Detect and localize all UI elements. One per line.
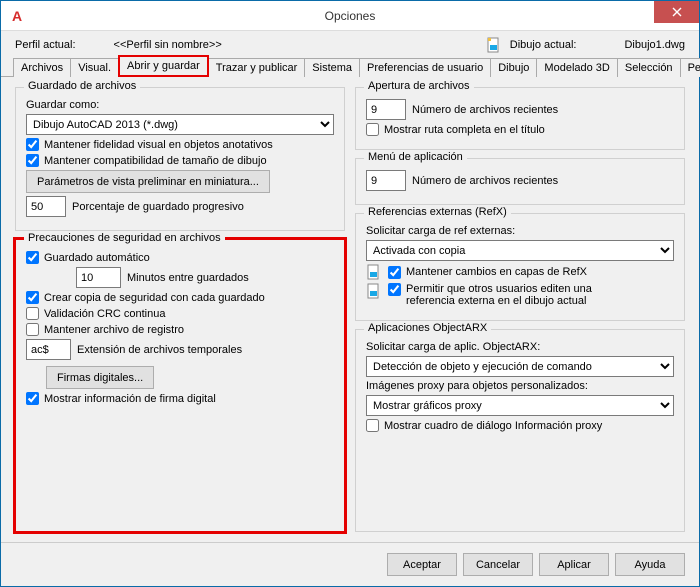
left-column: Guardado de archivos Guardar como: Dibuj… — [15, 87, 345, 532]
apply-button[interactable]: Aplicar — [539, 553, 609, 576]
temp-ext-input[interactable] — [26, 339, 71, 360]
chk-crc-box[interactable] — [26, 307, 39, 320]
help-button[interactable]: Ayuda — [615, 553, 685, 576]
temp-ext-label: Extensión de archivos temporales — [77, 344, 242, 356]
chk-log[interactable]: Mantener archivo de registro — [26, 323, 184, 336]
group-title-arx: Aplicaciones ObjectARX — [364, 322, 491, 334]
chk-xref-layers-box[interactable] — [388, 266, 401, 279]
group-file-save: Guardado de archivos Guardar como: Dibuj… — [15, 87, 345, 231]
tabstrip: Archivos Visual. Abrir y guardar Trazar … — [1, 55, 699, 77]
xref-load-select[interactable]: Activada con copia — [366, 240, 674, 261]
chk-visual-fidelity-box[interactable] — [26, 138, 39, 151]
group-app-menu: Menú de aplicación Número de archivos re… — [355, 158, 685, 205]
tab-plot[interactable]: Trazar y publicar — [208, 58, 306, 77]
digital-signatures-button[interactable]: Firmas digitales... — [46, 366, 154, 389]
chk-log-box[interactable] — [26, 323, 39, 336]
chk-size-compat-box[interactable] — [26, 154, 39, 167]
close-icon — [672, 7, 682, 17]
current-profile-value: <<Perfil sin nombre>> — [114, 39, 222, 51]
tab-open-save[interactable]: Abrir y guardar — [118, 55, 209, 77]
window-title: Opciones — [1, 9, 699, 23]
appmenu-recent-label: Número de archivos recientes — [412, 175, 558, 187]
group-title-save: Guardado de archivos — [24, 80, 140, 92]
save-as-label: Guardar como: — [26, 99, 99, 111]
chk-proxy-dialog[interactable]: Mostrar cuadro de diálogo Información pr… — [366, 419, 602, 432]
incremental-save-label: Porcentaje de guardado progresivo — [72, 201, 244, 213]
group-arx: Aplicaciones ObjectARX Solicitar carga d… — [355, 329, 685, 532]
chk-backup-box[interactable] — [26, 291, 39, 304]
group-file-open: Apertura de archivos Número de archivos … — [355, 87, 685, 150]
chk-autosave-box[interactable] — [26, 251, 39, 264]
group-title-xref: Referencias externas (RefX) — [364, 206, 511, 218]
chk-xref-layers[interactable]: Mantener cambios en capas de RefX — [388, 266, 587, 279]
tab-drawing[interactable]: Dibujo — [490, 58, 537, 77]
close-button[interactable] — [654, 1, 699, 23]
xref-load-label: Solicitar carga de ref externas: — [366, 225, 515, 237]
proxy-images-select[interactable]: Mostrar gráficos proxy — [366, 395, 674, 416]
chk-size-compat[interactable]: Mantener compatibilidad de tamaño de dib… — [26, 154, 267, 167]
options-dialog: A Opciones Perfil actual: <<Perfil sin n… — [0, 0, 700, 587]
tab-visual[interactable]: Visual. — [70, 58, 119, 77]
group-xref: Referencias externas (RefX) Solicitar ca… — [355, 213, 685, 321]
chk-sig-info-box[interactable] — [26, 392, 39, 405]
tab-system[interactable]: Sistema — [304, 58, 360, 77]
chk-visual-fidelity[interactable]: Mantener fidelidad visual en objetos ano… — [26, 138, 273, 151]
dwg-icon — [486, 37, 502, 53]
current-drawing-value: Dibujo1.dwg — [624, 39, 685, 51]
current-profile-label: Perfil actual: — [15, 39, 76, 51]
group-title-safety: Precauciones de seguridad en archivos — [24, 232, 225, 244]
right-column: Apertura de archivos Número de archivos … — [355, 87, 685, 532]
recent-files-input[interactable] — [366, 99, 406, 120]
tab-3d[interactable]: Modelado 3D — [536, 58, 617, 77]
arx-load-label: Solicitar carga de aplic. ObjectARX: — [366, 341, 540, 353]
autosave-minutes-label: Minutos entre guardados — [127, 272, 249, 284]
chk-xref-edit-box[interactable] — [388, 283, 401, 296]
dwg-icon — [366, 264, 382, 280]
group-title-open: Apertura de archivos — [364, 80, 474, 92]
thumbnail-settings-button[interactable]: Parámetros de vista preliminar en miniat… — [26, 170, 270, 193]
recent-files-label: Número de archivos recientes — [412, 104, 558, 116]
profile-row: Perfil actual: <<Perfil sin nombre>> Dib… — [1, 31, 699, 55]
chk-full-path[interactable]: Mostrar ruta completa en el título — [366, 123, 545, 136]
save-as-select[interactable]: Dibujo AutoCAD 2013 (*.dwg) — [26, 114, 334, 135]
chk-backup[interactable]: Crear copia de seguridad con cada guarda… — [26, 291, 265, 304]
chk-xref-edit[interactable]: Permitir que otros usuarios editen una r… — [388, 283, 636, 307]
group-file-safety: Precauciones de seguridad en archivos Gu… — [15, 239, 345, 532]
incremental-save-input[interactable] — [26, 196, 66, 217]
cancel-button[interactable]: Cancelar — [463, 553, 533, 576]
titlebar: A Opciones — [1, 1, 699, 31]
proxy-images-label: Imágenes proxy para objetos personalizad… — [366, 380, 588, 392]
dwg-icon — [366, 283, 382, 299]
group-title-appmenu: Menú de aplicación — [364, 151, 467, 163]
dialog-body: Guardado de archivos Guardar como: Dibuj… — [1, 77, 699, 542]
dialog-footer: Aceptar Cancelar Aplicar Ayuda — [1, 542, 699, 586]
tab-files[interactable]: Archivos — [13, 58, 71, 77]
tab-perf[interactable]: Per — [680, 58, 700, 77]
chk-autosave[interactable]: Guardado automático — [26, 251, 150, 264]
chk-full-path-box[interactable] — [366, 123, 379, 136]
chk-proxy-dialog-box[interactable] — [366, 419, 379, 432]
current-drawing-label: Dibujo actual: — [510, 39, 577, 51]
ok-button[interactable]: Aceptar — [387, 553, 457, 576]
chk-crc[interactable]: Validación CRC continua — [26, 307, 165, 320]
appmenu-recent-input[interactable] — [366, 170, 406, 191]
autosave-minutes-input[interactable] — [76, 267, 121, 288]
chk-sig-info[interactable]: Mostrar información de firma digital — [26, 392, 216, 405]
tab-selection[interactable]: Selección — [617, 58, 681, 77]
tab-user-prefs[interactable]: Preferencias de usuario — [359, 58, 491, 77]
arx-load-select[interactable]: Detección de objeto y ejecución de coman… — [366, 356, 674, 377]
